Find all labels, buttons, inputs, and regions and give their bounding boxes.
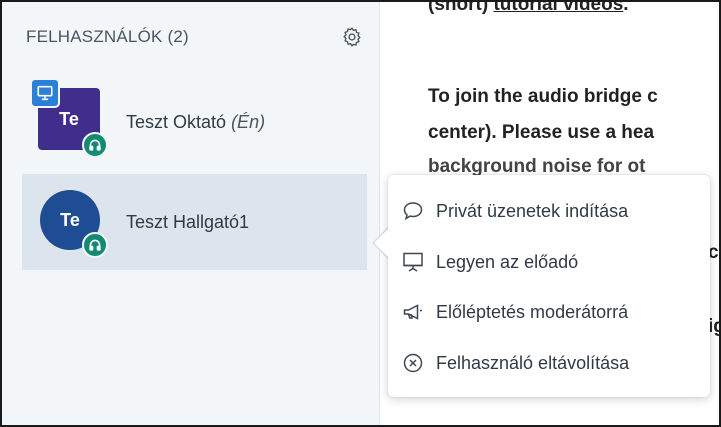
headphones-icon [82,132,108,158]
presenter-icon [30,78,60,108]
gear-icon[interactable] [338,23,366,51]
user-list-header: FELHASZNÁLÓK (2) [26,22,366,52]
content-line: (short) tutorial videos. [428,2,629,16]
user-list-item-student[interactable]: Te Teszt Hallgató1 [22,174,367,270]
megaphone-icon [398,297,428,327]
menu-item-private-chat[interactable]: Privát üzenetek indítása [398,189,703,233]
remove-circle-icon [398,348,428,378]
user-context-menu: Privát üzenetek indítása Legyen az előad… [388,175,710,397]
menu-item-label: Előléptetés moderátorrá [436,301,629,322]
menu-pointer-inner [374,229,388,257]
avatar: Te [30,78,108,158]
menu-item-promote-moderator[interactable]: Előléptetés moderátorrá [398,290,703,334]
content-line: To join the audio bridge c [428,86,658,107]
avatar: Te [38,188,108,258]
content-line: center). Please use a hea [428,122,655,143]
menu-item-label: Privát üzenetek indítása [436,200,629,221]
tutorial-videos-link[interactable]: tutorial videos [493,2,623,15]
menu-item-make-presenter[interactable]: Legyen az előadó [398,240,703,284]
self-tag: (Én) [231,111,266,132]
menu-item-label: Felhasználó eltávolítása [436,352,630,373]
presentation-icon [398,247,428,277]
menu-item-label: Legyen az előadó [436,251,579,272]
menu-item-remove-user[interactable]: Felhasználó eltávolítása [398,341,703,385]
headphones-icon [82,232,108,258]
user-name: Teszt Hallgató1 [126,211,250,232]
app-frame: FELHASZNÁLÓK (2) Te Teszt Oktató (Én) Te… [0,0,721,427]
user-list-title: FELHASZNÁLÓK (2) [26,27,189,46]
user-list-item-teacher[interactable]: Te Teszt Oktató (Én) [22,74,367,170]
user-list-sidebar: FELHASZNÁLÓK (2) Te Teszt Oktató (Én) Te… [2,2,380,425]
chat-bubble-icon [398,196,428,226]
user-name: Teszt Oktató (Én) [126,111,266,132]
